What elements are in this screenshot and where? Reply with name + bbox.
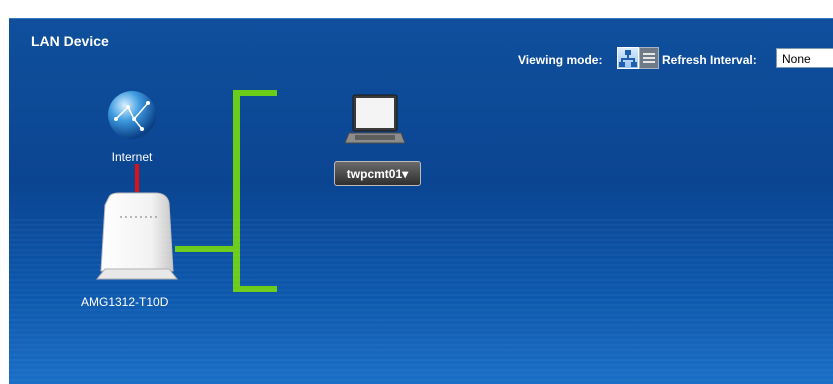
router-label: AMG1312-T10D bbox=[81, 295, 169, 309]
wan-link-line bbox=[135, 164, 139, 192]
internet-globe-icon bbox=[108, 91, 156, 139]
device-name: twpcmt01 bbox=[346, 167, 403, 181]
topology-view-button[interactable] bbox=[617, 47, 639, 69]
lan-bus-top-branch bbox=[233, 90, 277, 96]
viewing-mode-label: Viewing mode: bbox=[518, 53, 603, 67]
lan-device-panel: LAN Device Viewing mode: Refresh Interva… bbox=[9, 18, 833, 384]
panel-title: LAN Device bbox=[31, 33, 109, 49]
refresh-interval-select[interactable]: None bbox=[776, 48, 833, 68]
router-lan-link bbox=[175, 246, 235, 252]
chevron-down-icon: ▾ bbox=[402, 167, 409, 181]
lan-bus-line bbox=[233, 90, 240, 292]
device-menu-button[interactable]: twpcmt01▾ bbox=[334, 161, 421, 186]
router-icon[interactable] bbox=[95, 191, 179, 281]
lan-bus-bottom-branch bbox=[233, 286, 277, 292]
laptop-icon[interactable] bbox=[345, 93, 405, 149]
refresh-interval-label: Refresh Interval: bbox=[662, 53, 757, 67]
topology-icon bbox=[619, 50, 637, 67]
list-icon bbox=[643, 53, 655, 63]
internet-label: Internet bbox=[111, 150, 153, 164]
list-view-button[interactable] bbox=[639, 47, 659, 69]
figure-caption bbox=[0, 0, 833, 10]
